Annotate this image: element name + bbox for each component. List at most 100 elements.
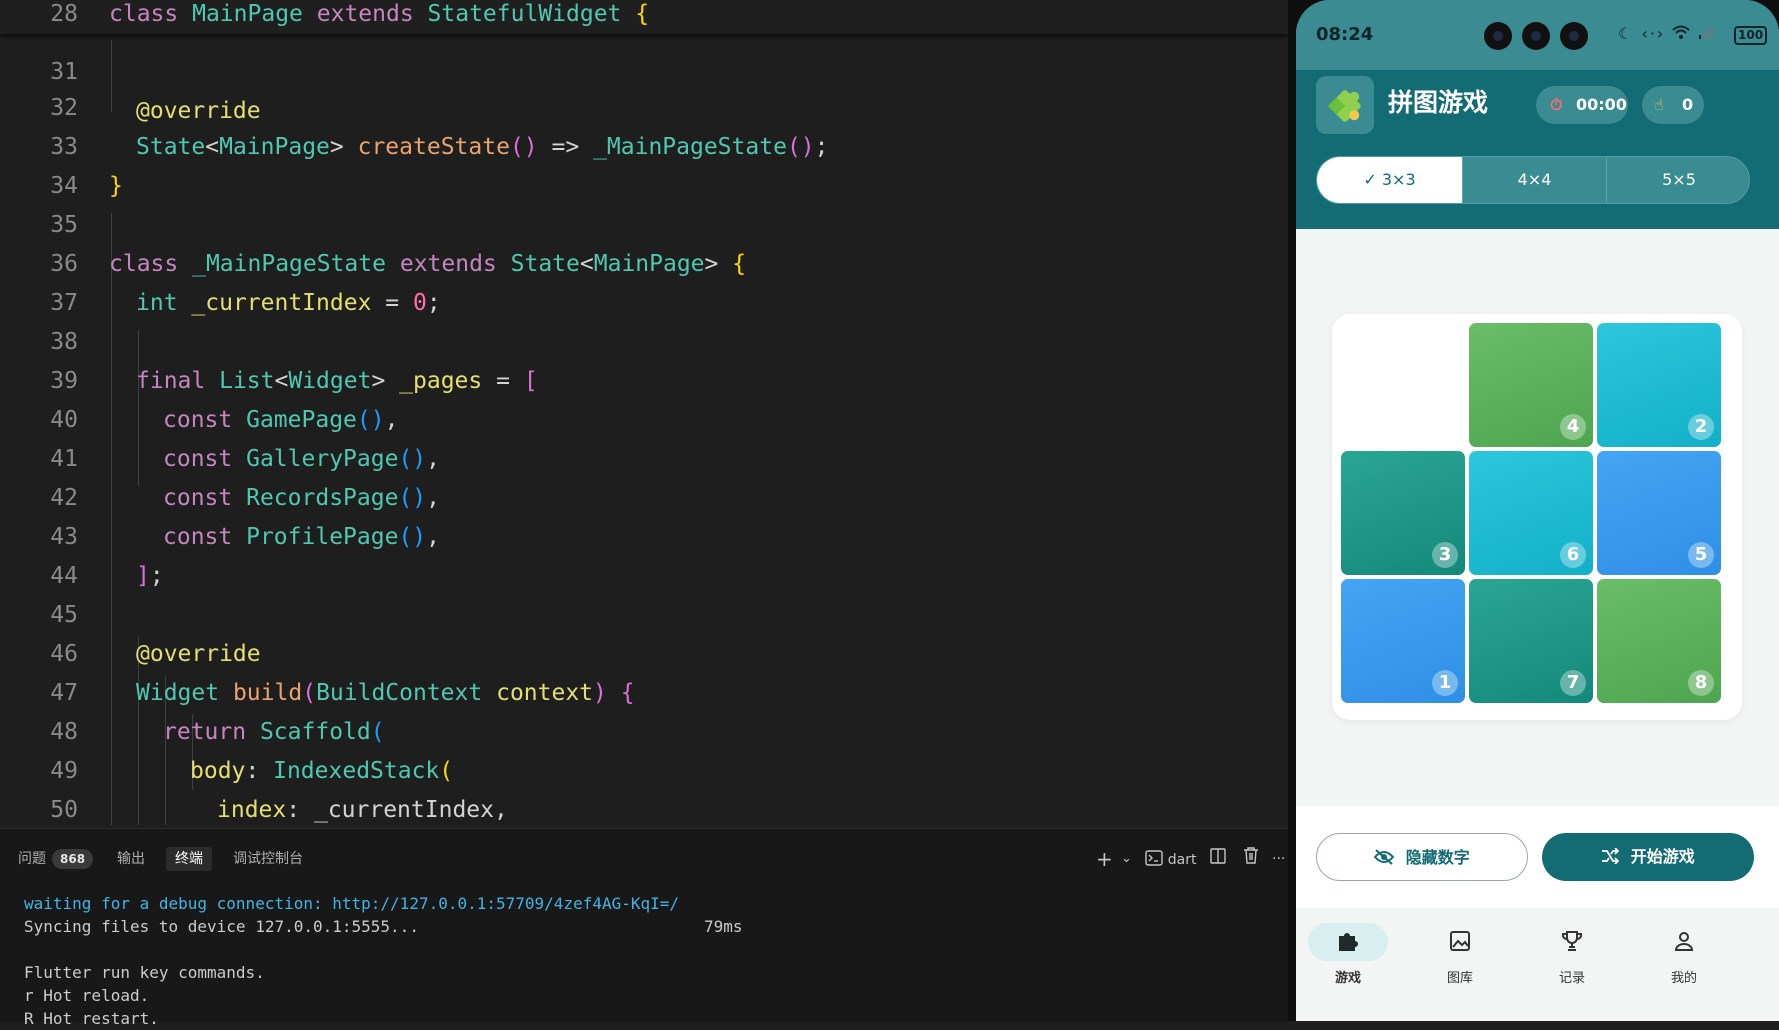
- code-line: 37: [0, 245, 1288, 316]
- code-line: 38 final List<Widget> _pages = [: [0, 284, 1288, 394]
- code-line: 47 return Scaffold(: [0, 635, 1288, 745]
- difficulty-option-4x4[interactable]: 4×4: [1463, 157, 1606, 203]
- tab-debug-console[interactable]: 调试控制台: [233, 847, 303, 871]
- app-title: 拼图游戏: [1388, 88, 1489, 117]
- puzzle-tile[interactable]: 3: [1341, 451, 1465, 575]
- eye-off-icon: [1373, 849, 1395, 865]
- code-line: 46 Widget build(BuildContext context) {: [0, 596, 1288, 706]
- hand-pointer-icon: ☝: [1654, 95, 1664, 114]
- camera-cutout: [1484, 22, 1512, 50]
- stopwatch-icon: ⏱: [1550, 95, 1563, 114]
- terminal-line-commands: Flutter run key commands.: [24, 963, 265, 982]
- terminal-line-syncing: Syncing files to device 127.0.0.1:5555..…: [24, 917, 419, 936]
- tile-number: 5: [1688, 542, 1714, 568]
- puzzle-tile[interactable]: 8: [1597, 579, 1721, 703]
- terminal-line-reload: r Hot reload.: [24, 986, 150, 1005]
- moves-value: 0: [1682, 95, 1694, 114]
- moves-chip: ☝ 0: [1642, 86, 1704, 124]
- code-line: 43 ];: [0, 479, 1288, 589]
- code-line: 50 children: _pages,: [0, 752, 1288, 823]
- start-game-button[interactable]: 开始游戏: [1542, 833, 1754, 881]
- puzzle-board: 4 2 3 6 5 1 7 8: [1332, 314, 1742, 720]
- camera-cutout: [1560, 22, 1588, 50]
- app-logo: [1316, 76, 1374, 134]
- tab-terminal[interactable]: 终端: [166, 847, 212, 871]
- code-editor[interactable]: 31 @override 28 class MainPage extends S…: [0, 0, 1288, 828]
- bottom-navigation: 游戏 图库 记录 我的: [1296, 908, 1779, 1021]
- code-line: 35 class _MainPageState extends State<Ma…: [0, 167, 1288, 277]
- moon-icon: ☾: [1618, 24, 1635, 43]
- terminal-dropdown-icon[interactable]: ⌄: [1121, 847, 1132, 871]
- hide-numbers-button[interactable]: 隐藏数字: [1316, 833, 1528, 881]
- puzzle-tile[interactable]: 4: [1469, 323, 1593, 447]
- difficulty-option-5x5[interactable]: 5×5: [1607, 157, 1749, 203]
- kill-terminal-button[interactable]: [1243, 847, 1259, 871]
- tile-number: 7: [1560, 670, 1586, 696]
- code-line: 41 const RecordsPage(),: [0, 401, 1288, 511]
- difficulty-selector[interactable]: ✓ 3×3 4×4 5×5: [1316, 156, 1750, 204]
- code-line: 48 body: IndexedStack(: [0, 674, 1288, 784]
- new-terminal-button[interactable]: +: [1096, 847, 1113, 871]
- nav-label: 图库: [1446, 971, 1473, 986]
- puzzle-tile[interactable]: 6: [1469, 451, 1593, 575]
- person-icon: [1644, 923, 1724, 961]
- puzzle-tile[interactable]: 2: [1597, 323, 1721, 447]
- action-bar: 隐藏数字 开始游戏: [1296, 806, 1779, 908]
- data-transfer-icon: ‹·›: [1641, 24, 1666, 43]
- nav-item-game[interactable]: 游戏: [1308, 923, 1388, 986]
- code-line: 49 index: _currentIndex,: [0, 713, 1288, 823]
- terminal-select-button[interactable]: dart: [1145, 847, 1197, 872]
- shuffle-icon: [1602, 847, 1620, 865]
- tile-number: 6: [1560, 542, 1586, 568]
- terminal-sync-time: 79ms: [704, 917, 743, 936]
- nav-item-profile[interactable]: 我的: [1644, 923, 1724, 986]
- terminal-line-restart: R Hot restart.: [24, 1009, 159, 1028]
- code-line: 40 const GalleryPage(),: [0, 362, 1288, 472]
- code-line: 36 int _currentIndex = 0;: [0, 206, 1288, 316]
- timer-value: 00:00: [1576, 95, 1627, 114]
- terminal-icon: [1145, 850, 1163, 866]
- nav-label: 我的: [1670, 971, 1697, 986]
- bottom-panel: 问题 868 输出 终端 调试控制台 + ⌄ dart ··· waiting f…: [0, 828, 1288, 1028]
- signal-icon: [1698, 24, 1714, 43]
- code-line: 34: [0, 128, 1288, 199]
- phone-screen: 08:24 ☾ ‹·› 100 拼图游戏 ⏱ 00:00 ☝ 0 ✓ 3×3 4…: [1296, 0, 1779, 1021]
- timer-chip: ⏱ 00:00: [1536, 86, 1628, 124]
- puzzle-tile[interactable]: 7: [1469, 579, 1593, 703]
- image-icon: [1420, 923, 1500, 961]
- nav-label: 游戏: [1334, 971, 1361, 986]
- more-actions-button[interactable]: ···: [1272, 847, 1285, 871]
- nav-item-gallery[interactable]: 图库: [1420, 923, 1500, 986]
- line-number: 28: [50, 1, 78, 27]
- puzzle-logo-icon: [1328, 90, 1361, 122]
- battery-indicator: 100: [1734, 26, 1768, 45]
- code-line: 42 const ProfilePage(),: [0, 440, 1288, 550]
- trophy-icon: [1532, 923, 1612, 961]
- puzzle-tile[interactable]: 1: [1341, 579, 1465, 703]
- split-icon: [1210, 848, 1226, 864]
- camera-cutout: [1522, 22, 1550, 50]
- code-line: 45 @override: [0, 557, 1288, 667]
- status-time: 08:24: [1316, 24, 1374, 45]
- problems-count-badge: 868: [52, 849, 94, 869]
- terminal-name: dart: [1167, 852, 1197, 868]
- status-icons: ☾ ‹·›: [1618, 24, 1714, 43]
- split-terminal-button[interactable]: [1210, 847, 1226, 871]
- tile-number: 4: [1560, 414, 1586, 440]
- status-bar: 08:24 ☾ ‹·› 100: [1296, 0, 1779, 70]
- sticky-scroll-header[interactable]: 28 class MainPage extends StatefulWidget…: [0, 0, 1288, 34]
- check-icon: ✓: [1363, 170, 1377, 189]
- code-text: class MainPage extends StatefulWidget {: [109, 1, 650, 27]
- trash-icon: [1244, 847, 1258, 864]
- tile-number: 8: [1688, 670, 1714, 696]
- puzzle-icon: [1308, 923, 1388, 961]
- difficulty-option-3x3[interactable]: ✓ 3×3: [1317, 157, 1462, 203]
- nav-item-records[interactable]: 记录: [1532, 923, 1612, 986]
- terminal-line-waiting[interactable]: waiting for a debug connection: http://1…: [24, 893, 679, 915]
- tile-number: 1: [1432, 670, 1458, 696]
- code-line: 44: [0, 518, 1288, 589]
- tab-problems[interactable]: 问题 868: [18, 847, 94, 871]
- tile-number: 2: [1688, 414, 1714, 440]
- puzzle-tile[interactable]: 5: [1597, 451, 1721, 575]
- tab-output[interactable]: 输出: [117, 847, 145, 871]
